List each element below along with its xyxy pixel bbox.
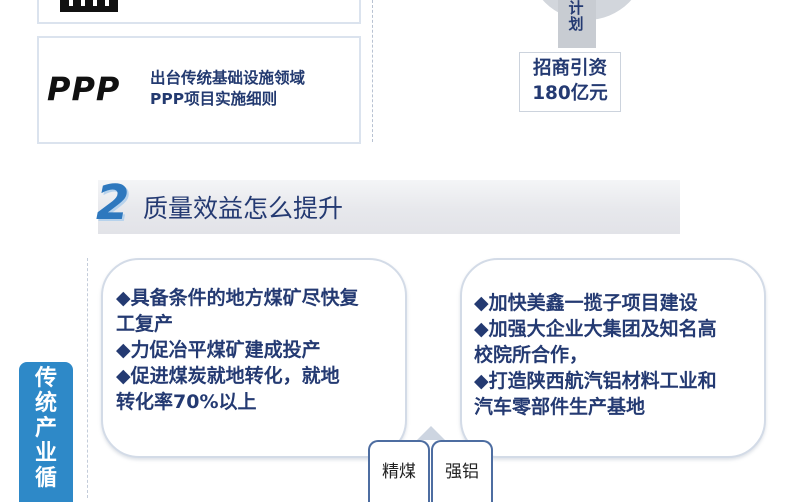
side-label-text: 传统产业循	[19, 366, 73, 491]
column-divider	[372, 0, 373, 142]
list-item: 工复产	[116, 313, 174, 335]
side-label-char: 产	[34, 416, 57, 441]
coal-measures-list: ◆具备条件的地方煤矿尽快复 工复产 ◆力促冶平煤矿建成投产 ◆促进煤炭就地转化，…	[116, 285, 396, 415]
list-item: ◆打造陕西航汽铝材料工业和	[474, 370, 717, 392]
label-refined-coal: 精煤	[368, 440, 430, 502]
investment-value: 180亿元	[532, 83, 608, 104]
side-label-char: 传	[34, 366, 57, 391]
ppp-policy-line: 出台传统基础设施领域	[150, 69, 306, 87]
side-label-char: 业	[34, 441, 57, 466]
list-item: ◆加快美鑫一揽子项目建设	[474, 292, 698, 314]
section-number: 2	[96, 175, 130, 231]
plan-label: 计划	[565, 0, 587, 32]
barcode-icon	[60, 0, 118, 12]
label-strong-aluminum: 强铝	[431, 440, 493, 502]
side-divider	[87, 258, 88, 498]
list-item: ◆加强大企业大集团及知名高	[474, 318, 717, 340]
investment-title: 招商引资	[532, 58, 607, 79]
aluminum-measures-list: ◆加快美鑫一揽子项目建设 ◆加强大企业大集团及知名高 校院所合作， ◆打造陕西航…	[474, 290, 756, 420]
ppp-policy-line: PPP项目实施细则	[150, 90, 278, 108]
investment-amount: 招商引资 180亿元	[519, 56, 621, 106]
side-label-char: 统	[34, 391, 57, 416]
plan-label-char: 计	[568, 0, 584, 17]
ppp-policy-text: 出台传统基础设施领域 PPP项目实施细则	[150, 68, 305, 110]
ppp-logo: PPP	[47, 70, 121, 108]
section-title: 质量效益怎么提升	[143, 194, 344, 223]
list-item: ◆促进煤炭就地转化，就地	[116, 365, 340, 387]
pointer-triangle	[417, 426, 445, 440]
list-item: ◆具备条件的地方煤矿尽快复	[116, 287, 359, 309]
list-item: 校院所合作，	[474, 344, 589, 366]
list-item: 汽车零部件生产基地	[474, 396, 646, 418]
plan-label-char: 划	[568, 15, 584, 33]
list-item: 转化率70%以上	[116, 391, 257, 413]
side-label-char: 循	[34, 466, 57, 491]
list-item: ◆力促冶平煤矿建成投产	[116, 339, 321, 361]
